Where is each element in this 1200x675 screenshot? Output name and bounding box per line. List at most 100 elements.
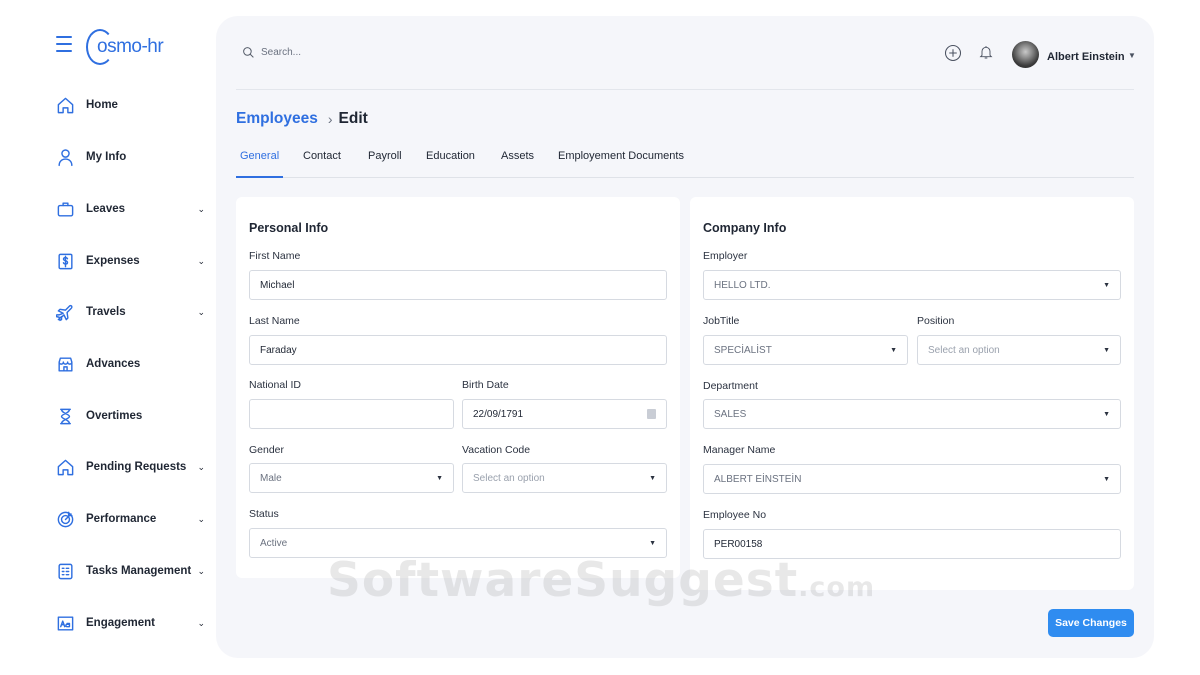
chevron-down-icon: ⌄ (197, 513, 205, 524)
sidebar-item-travels[interactable]: Travels ⌄ (55, 300, 205, 324)
chevron-right-icon: › (327, 111, 333, 127)
sidebar-item-engagement[interactable]: Engagement ⌄ (55, 611, 205, 635)
department-select[interactable]: SALES ▼ (703, 399, 1121, 429)
status-select[interactable]: Active ▼ (249, 528, 667, 558)
personal-info-title: Personal Info (249, 221, 329, 235)
tab-payroll[interactable]: Payroll (368, 150, 402, 176)
home-icon (55, 457, 75, 477)
chevron-down-icon: ⌄ (197, 255, 205, 266)
status-value: Active (260, 537, 288, 549)
add-icon[interactable] (944, 44, 962, 62)
sidebar-item-tasks-management[interactable]: Tasks Management ⌄ (55, 559, 205, 583)
search-input[interactable] (261, 47, 461, 58)
status-label: Status (249, 508, 279, 520)
vacation-code-placeholder: Select an option (473, 472, 545, 484)
employee-no-field[interactable]: PER00158 (703, 529, 1121, 559)
employee-no-value: PER00158 (714, 538, 763, 550)
breadcrumb-current: Edit (338, 110, 368, 127)
gender-label: Gender (249, 444, 285, 456)
caret-down-icon: ▼ (1103, 410, 1110, 418)
sidebar-item-performance[interactable]: Performance ⌄ (55, 507, 205, 531)
caret-down-icon: ▼ (436, 474, 443, 482)
tab-employement-documents[interactable]: Employement Documents (558, 150, 684, 176)
tab-assets[interactable]: Assets (501, 150, 534, 176)
department-label: Department (703, 380, 758, 392)
manager-name-select[interactable]: ALBERT EİNSTEİN ▼ (703, 464, 1121, 494)
company-info-title: Company Info (703, 221, 787, 235)
position-label: Position (917, 315, 955, 327)
caret-down-icon: ▼ (1103, 475, 1110, 483)
sidebar-item-label: Advances (86, 358, 141, 370)
employer-select[interactable]: HELLO LTD. ▼ (703, 270, 1121, 300)
department-value: SALES (714, 408, 747, 420)
tab-education[interactable]: Education (426, 150, 475, 176)
chevron-down-icon: ⌄ (197, 306, 205, 317)
last-name-field[interactable]: Faraday (249, 335, 667, 365)
chevron-down-icon: ⌄ (197, 617, 205, 628)
employee-no-label: Employee No (703, 509, 767, 521)
national-id-label: National ID (249, 379, 301, 391)
job-title-select[interactable]: SPECİALİST ▼ (703, 335, 908, 365)
chevron-down-icon: ⌄ (197, 203, 205, 214)
sidebar-item-label: Performance (86, 513, 157, 525)
calendar-icon[interactable] (647, 409, 656, 419)
position-select[interactable]: Select an option ▼ (917, 335, 1121, 365)
sidebar-item-advances[interactable]: Advances (55, 352, 205, 376)
national-id-field[interactable] (249, 399, 454, 429)
user-menu-chevron-icon[interactable]: ▼ (1128, 51, 1136, 60)
sidebar-item-label: Pending Requests (86, 461, 187, 473)
sidebar-item-home[interactable]: Home (55, 93, 205, 117)
caret-down-icon: ▼ (1103, 281, 1110, 289)
avatar[interactable] (1012, 41, 1039, 68)
sidebar-item-label: Overtimes (86, 410, 143, 422)
first-name-field[interactable]: Michael (249, 270, 667, 300)
user-icon (55, 147, 75, 167)
sidebar-item-label: Expenses (86, 255, 140, 267)
airplane-icon (55, 302, 75, 322)
sidebar-item-expenses[interactable]: Expenses ⌄ (55, 249, 205, 273)
top-bar: Albert Einstein ▼ (216, 16, 1154, 90)
last-name-label: Last Name (249, 315, 300, 327)
position-placeholder: Select an option (928, 344, 1000, 356)
sidebar-item-label: My Info (86, 151, 127, 163)
chevron-down-icon: ⌄ (197, 461, 205, 472)
last-name-value: Faraday (260, 344, 297, 356)
briefcase-icon (55, 199, 75, 219)
logo[interactable]: osmo-hr (86, 29, 164, 65)
sidebar-item-leaves[interactable]: Leaves ⌄ (55, 197, 205, 221)
caret-down-icon: ▼ (890, 346, 897, 354)
menu-icon[interactable] (56, 36, 72, 52)
bell-icon[interactable] (978, 43, 994, 61)
first-name-label: First Name (249, 250, 301, 262)
home-icon (55, 95, 75, 115)
manager-name-value: ALBERT EİNSTEİN (714, 473, 802, 485)
manager-name-label: Manager Name (703, 444, 776, 456)
birth-date-field[interactable]: 22/09/1791 (462, 399, 667, 429)
sidebar-item-overtimes[interactable]: Overtimes (55, 404, 205, 428)
company-info-card: Company Info Employer HELLO LTD. ▼ JobTit… (690, 197, 1134, 590)
sidebar-item-my-info[interactable]: My Info (55, 145, 205, 169)
sidebar-item-label: Leaves (86, 203, 126, 215)
sidebar-item-label: Engagement (86, 617, 156, 629)
target-icon (55, 509, 75, 529)
birth-date-label: Birth Date (462, 379, 509, 391)
dollar-receipt-icon (55, 251, 75, 271)
sidebar-item-label: Home (86, 99, 118, 111)
vacation-code-select[interactable]: Select an option ▼ (462, 463, 667, 493)
sidebar-item-pending-requests[interactable]: Pending Requests ⌄ (55, 455, 205, 479)
gender-select[interactable]: Male ▼ (249, 463, 454, 493)
save-changes-button[interactable]: Save Changes (1048, 609, 1134, 637)
employer-value: HELLO LTD. (714, 279, 771, 291)
tab-contact[interactable]: Contact (303, 150, 341, 176)
employer-label: Employer (703, 250, 748, 262)
text-aa-icon (55, 613, 75, 633)
breadcrumb-employees-link[interactable]: Employees (236, 110, 318, 128)
main-panel: Albert Einstein ▼ Employees › Edit Gener… (216, 16, 1154, 658)
breadcrumb: Employees › Edit (236, 110, 368, 128)
caret-down-icon: ▼ (649, 474, 656, 482)
tab-general[interactable]: General (236, 150, 284, 178)
user-name[interactable]: Albert Einstein (1047, 51, 1125, 63)
search-box[interactable] (242, 46, 461, 59)
checklist-icon (55, 561, 75, 581)
first-name-value: Michael (260, 279, 295, 291)
